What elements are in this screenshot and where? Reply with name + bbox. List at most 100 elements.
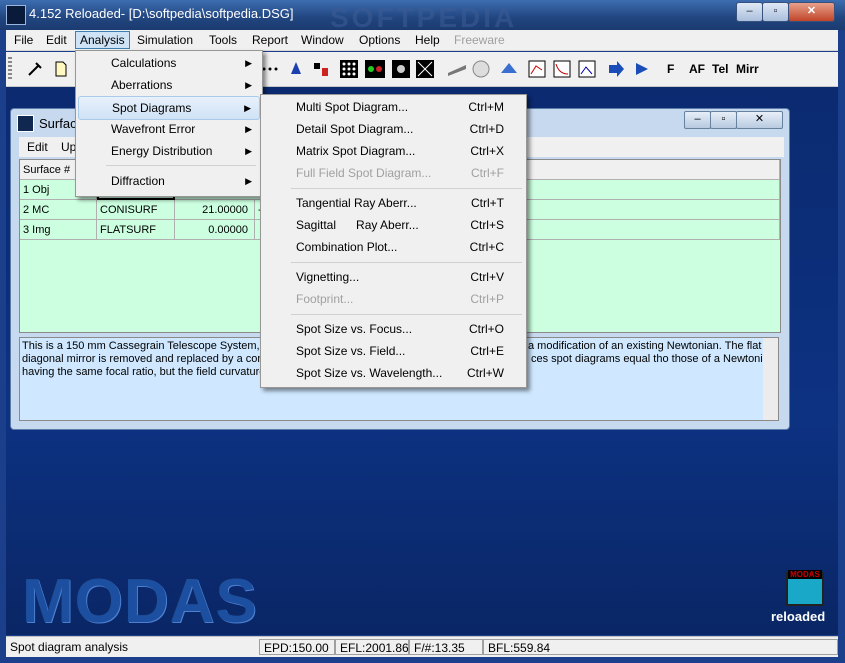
menu-shortcut: Ctrl+O bbox=[468, 322, 504, 336]
menu-item-wavefront-error[interactable]: Wavefront Error ▶ bbox=[78, 118, 260, 140]
graph-icon[interactable] bbox=[528, 60, 546, 78]
menu-report[interactable]: Report bbox=[248, 32, 292, 48]
surface-plot-icon[interactable] bbox=[500, 60, 518, 78]
submenu-arrow-icon: ▶ bbox=[245, 124, 252, 134]
modas-brand-text: MODAS bbox=[22, 567, 258, 636]
menu-item-matrix-spot[interactable]: Matrix Spot Diagram... Ctrl+X bbox=[263, 140, 524, 162]
menu-simulation[interactable]: Simulation bbox=[133, 32, 197, 48]
menu-item-label: Spot Size vs. Wavelength... bbox=[296, 366, 443, 380]
status-message: Spot diagram analysis bbox=[10, 640, 129, 654]
glass-config-icon[interactable] bbox=[312, 60, 330, 78]
menu-file[interactable]: File bbox=[10, 32, 37, 48]
menu-item-label: Spot Size vs. Field... bbox=[296, 344, 406, 358]
menu-help[interactable]: Help bbox=[411, 32, 444, 48]
matrix-spot-icon[interactable] bbox=[340, 60, 358, 78]
app-icon[interactable] bbox=[6, 5, 26, 25]
menu-item-vignetting[interactable]: Vignetting... Ctrl+V bbox=[263, 266, 524, 288]
menu-item-label: Aberrations bbox=[111, 78, 173, 92]
menu-item-label: Vignetting... bbox=[296, 270, 360, 284]
menu-shortcut: Ctrl+X bbox=[470, 144, 504, 158]
menu-analysis[interactable]: Analysis bbox=[75, 31, 130, 49]
toolbar-mirr-button[interactable]: Mirr bbox=[736, 62, 759, 76]
lens-tool-icon[interactable] bbox=[287, 60, 305, 78]
child-minimize-button[interactable]: ‒ bbox=[684, 111, 711, 129]
child-close-button[interactable]: ✕ bbox=[736, 111, 783, 129]
menu-item-tangential[interactable]: Tangential Ray Aberr... Ctrl+T bbox=[263, 192, 524, 214]
menu-item-spot-size-field[interactable]: Spot Size vs. Field... Ctrl+E bbox=[263, 340, 524, 362]
modas-logo-icon: MODAS bbox=[786, 570, 824, 606]
menu-item-label: Energy Distribution bbox=[111, 144, 213, 158]
menu-item-diffraction[interactable]: Diffraction ▶ bbox=[78, 170, 260, 192]
sphere-icon[interactable] bbox=[472, 60, 490, 78]
status-bfl: BFL:559.84 bbox=[483, 639, 838, 655]
menu-item-label: Diffraction bbox=[111, 174, 165, 188]
description-scrollbar[interactable] bbox=[763, 338, 778, 420]
menu-window[interactable]: Window bbox=[297, 32, 348, 48]
close-button[interactable]: ✕ bbox=[788, 2, 835, 22]
menu-item-label: Multi Spot Diagram... bbox=[296, 100, 409, 114]
menu-item-combination-plot[interactable]: Combination Plot... Ctrl+C bbox=[263, 236, 524, 258]
table-row[interactable]: 3 Img bbox=[20, 220, 97, 240]
window-title: 4.152 Reloaded- [D:\softpedia\softpedia.… bbox=[29, 6, 294, 21]
submenu-arrow-icon: ▶ bbox=[245, 146, 252, 156]
toolbar-f-button[interactable]: F bbox=[667, 62, 674, 76]
menu-separator bbox=[291, 188, 522, 189]
menu-shortcut: Ctrl+V bbox=[470, 270, 504, 284]
prism-icon[interactable] bbox=[446, 60, 468, 78]
toolbar-grip[interactable] bbox=[8, 57, 12, 81]
menu-options[interactable]: Options bbox=[355, 32, 404, 48]
menu-shortcut: Ctrl+M bbox=[468, 100, 504, 114]
menu-freeware[interactable]: Freeware bbox=[450, 32, 509, 48]
menu-shortcut: Ctrl+D bbox=[469, 122, 504, 136]
table-cell[interactable]: 21.00000 bbox=[175, 200, 255, 220]
minimize-button[interactable]: ‒ bbox=[736, 2, 763, 22]
menu-item-spot-size-focus[interactable]: Spot Size vs. Focus... Ctrl+O bbox=[263, 318, 524, 340]
child-menu-edit[interactable]: Edit bbox=[23, 139, 52, 155]
analysis-menu: Calculations ▶ Aberrations ▶ Spot Diagrams… bbox=[75, 50, 263, 197]
table-row[interactable]: 2 MC bbox=[20, 200, 97, 220]
menu-separator bbox=[291, 314, 522, 315]
dots-icon[interactable] bbox=[261, 60, 279, 78]
maximize-button[interactable]: ▫ bbox=[762, 2, 789, 22]
menu-tools[interactable]: Tools bbox=[205, 32, 241, 48]
description-line: having the same focal ratio, but the fie… bbox=[22, 366, 266, 378]
menu-item-label: Full Field Spot Diagram... bbox=[296, 166, 432, 180]
menu-item-multi-spot[interactable]: Multi Spot Diagram... Ctrl+M bbox=[263, 96, 524, 118]
table-cell[interactable]: 0.00000 bbox=[175, 220, 255, 240]
color-spot-icon[interactable] bbox=[365, 60, 385, 78]
menu-item-full-field-spot[interactable]: Full Field Spot Diagram... Ctrl+F bbox=[263, 162, 524, 184]
psf-icon[interactable] bbox=[392, 60, 410, 78]
menu-item-sagittal[interactable]: Sagittal Ray Aberr... Ctrl+S bbox=[263, 214, 524, 236]
toolbar-af-button[interactable]: AF bbox=[689, 62, 705, 76]
submenu-arrow-icon: ▶ bbox=[245, 58, 252, 68]
arrow-diag-icon[interactable] bbox=[633, 60, 651, 78]
menu-item-label: Wavefront Error bbox=[111, 122, 196, 136]
table-cell[interactable]: CONISURF bbox=[97, 200, 175, 220]
menu-item-label: Matrix Spot Diagram... bbox=[296, 144, 416, 158]
menu-item-spot-diagrams[interactable]: Spot Diagrams ▶ bbox=[78, 96, 260, 120]
image-plot-icon[interactable] bbox=[578, 60, 596, 78]
status-bar: Spot diagram analysis EPD:150.00 EFL:200… bbox=[6, 636, 838, 657]
menu-item-footprint[interactable]: Footprint... Ctrl+P bbox=[263, 288, 524, 310]
menu-shortcut: Ctrl+W bbox=[467, 366, 504, 380]
new-file-icon[interactable] bbox=[52, 60, 70, 78]
menu-item-label: Tangential Ray Aberr... bbox=[296, 196, 417, 210]
menu-item-energy-distribution[interactable]: Energy Distribution ▶ bbox=[78, 140, 260, 162]
menu-item-aberrations[interactable]: Aberrations ▶ bbox=[78, 74, 260, 96]
child-window-icon[interactable] bbox=[17, 115, 34, 132]
menu-item-detail-spot[interactable]: Detail Spot Diagram... Ctrl+D bbox=[263, 118, 524, 140]
menu-item-calculations[interactable]: Calculations ▶ bbox=[78, 52, 260, 74]
mtf-icon[interactable] bbox=[416, 60, 434, 78]
menu-edit[interactable]: Edit bbox=[42, 32, 71, 48]
curve-plot-icon[interactable] bbox=[553, 60, 571, 78]
table-cell[interactable]: FLATSURF bbox=[97, 220, 175, 240]
toolbar-tel-button[interactable]: Tel bbox=[712, 62, 728, 76]
menu-item-label: Detail Spot Diagram... bbox=[296, 122, 414, 136]
wand-icon[interactable] bbox=[26, 60, 44, 78]
menu-shortcut: Ctrl+E bbox=[470, 344, 504, 358]
menu-shortcut: Ctrl+T bbox=[471, 196, 504, 210]
menu-item-spot-size-wavelength[interactable]: Spot Size vs. Wavelength... Ctrl+W bbox=[263, 362, 524, 384]
arrow-right-icon[interactable] bbox=[607, 60, 625, 78]
child-maximize-button[interactable]: ▫ bbox=[710, 111, 737, 129]
menu-item-label: Sagittal Ray Aberr... bbox=[296, 218, 419, 232]
